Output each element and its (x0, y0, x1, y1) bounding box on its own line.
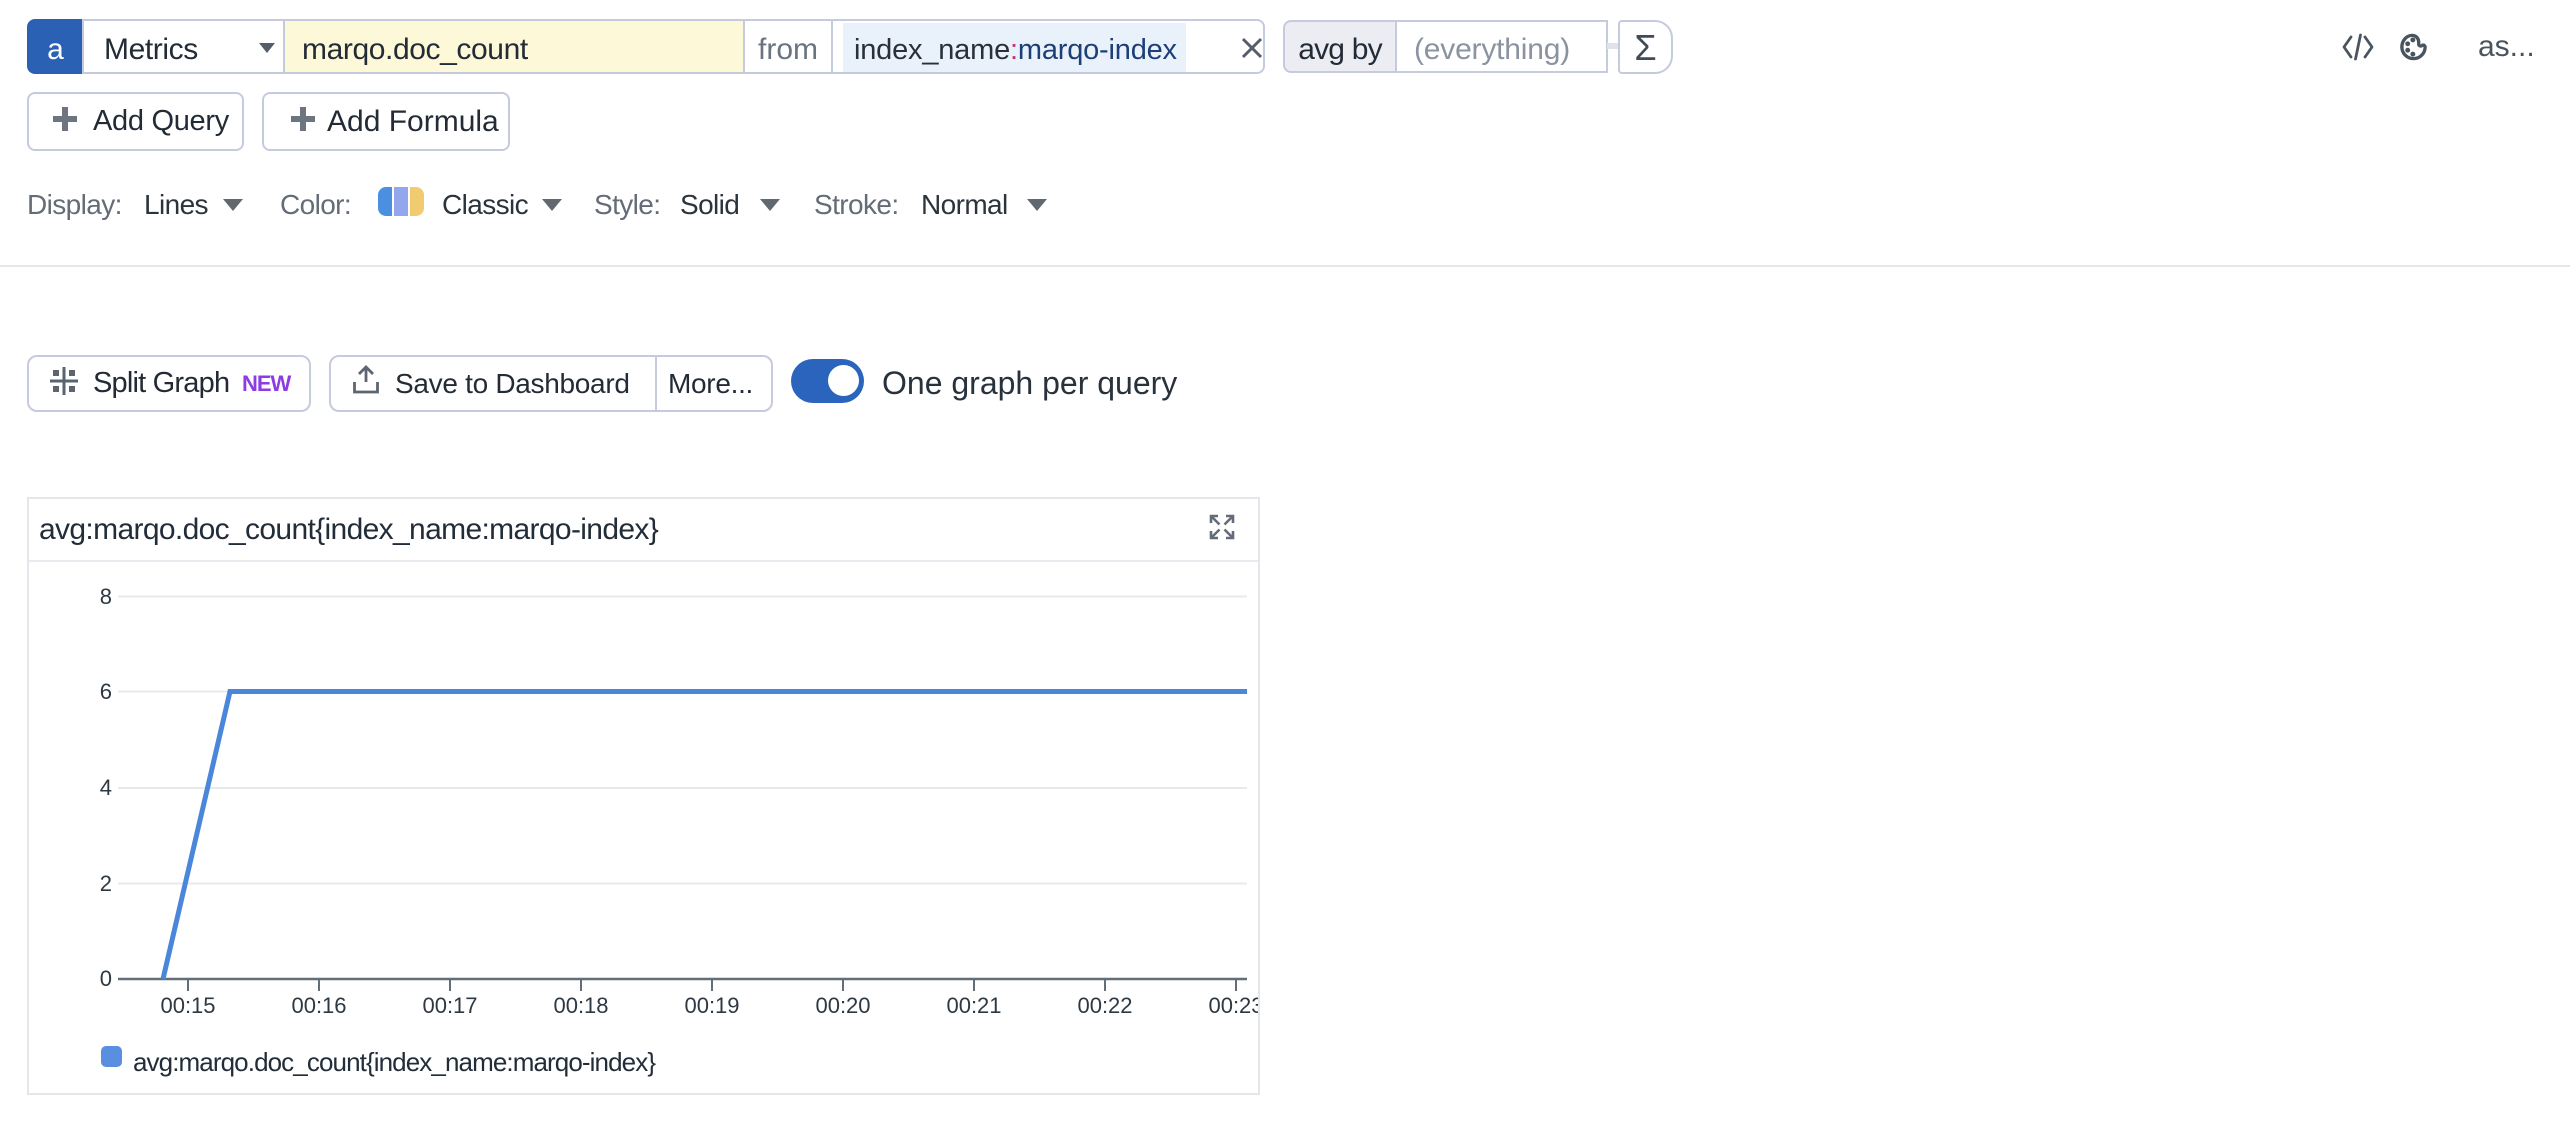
svg-text:00:16: 00:16 (291, 993, 346, 1018)
svg-text:00:18: 00:18 (553, 993, 608, 1018)
svg-text:8: 8 (100, 584, 112, 609)
svg-text:00:23: 00:23 (1208, 993, 1258, 1018)
svg-text:4: 4 (100, 775, 112, 800)
svg-text:00:19: 00:19 (684, 993, 739, 1018)
svg-text:6: 6 (100, 679, 112, 704)
svg-text:00:22: 00:22 (1077, 993, 1132, 1018)
svg-text:00:20: 00:20 (815, 993, 870, 1018)
svg-text:00:15: 00:15 (160, 993, 215, 1018)
svg-text:00:17: 00:17 (422, 993, 477, 1018)
svg-text:2: 2 (100, 871, 112, 896)
svg-text:0: 0 (100, 966, 112, 991)
svg-text:00:21: 00:21 (946, 993, 1001, 1018)
